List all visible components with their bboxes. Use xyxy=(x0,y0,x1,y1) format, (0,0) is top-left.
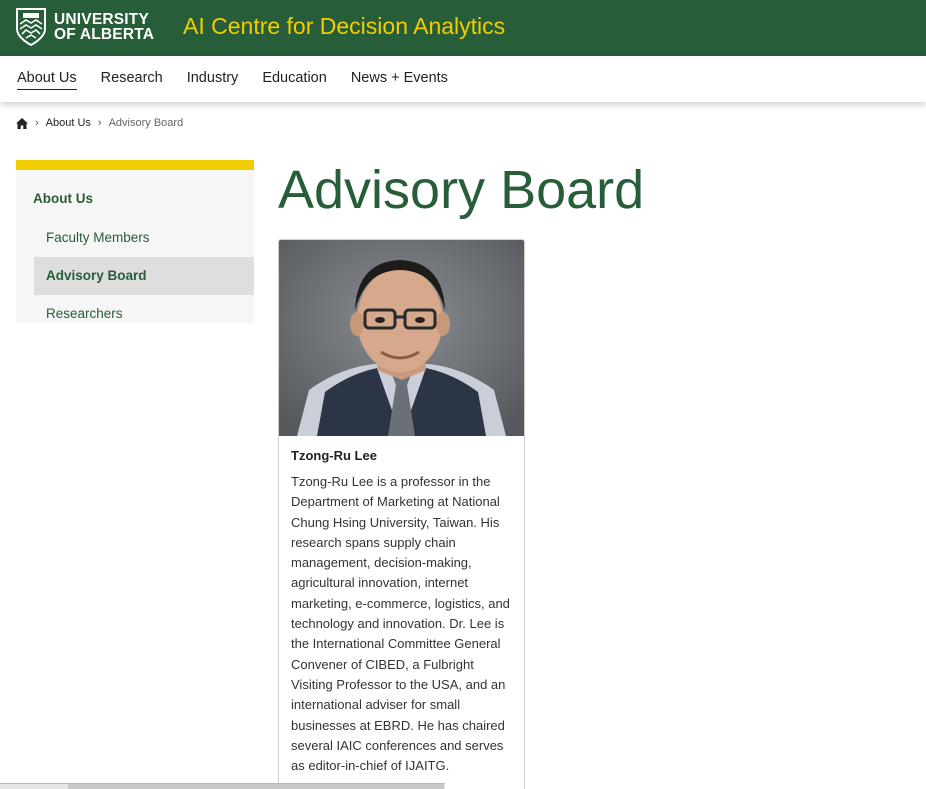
logo-wordmark: UNIVERSITY OF ALBERTA xyxy=(54,11,155,43)
shield-icon xyxy=(16,8,46,46)
site-title[interactable]: AI Centre for Decision Analytics xyxy=(183,11,505,41)
scrollbar-thumb[interactable] xyxy=(68,784,444,789)
member-name: Tzong-Ru Lee xyxy=(291,448,377,463)
university-logo[interactable]: UNIVERSITY OF ALBERTA xyxy=(16,7,154,47)
page-title: Advisory Board xyxy=(278,160,645,220)
sidebar-item-faculty-members[interactable]: Faculty Members xyxy=(34,219,254,257)
member-photo xyxy=(279,240,524,436)
breadcrumb-separator: › xyxy=(97,117,102,129)
card-body: Tzong-Ru Lee Tzong-Ru Lee is a professor… xyxy=(279,436,524,776)
nav-item-about-us[interactable]: About Us xyxy=(17,69,77,90)
breadcrumb-item-advisory-board: Advisory Board xyxy=(108,117,184,129)
nav-item-research[interactable]: Research xyxy=(101,69,163,90)
breadcrumb-item-about-us[interactable]: About Us xyxy=(46,117,91,129)
nav-item-news-events[interactable]: News + Events xyxy=(351,69,448,90)
home-icon[interactable] xyxy=(16,117,28,129)
board-member-card: Tzong-Ru Lee Tzong-Ru Lee is a professor… xyxy=(278,239,525,789)
header-bar: UNIVERSITY OF ALBERTA AI Centre for Deci… xyxy=(0,0,926,56)
nav-item-education[interactable]: Education xyxy=(262,69,327,90)
sidebar-item-researchers[interactable]: Researchers xyxy=(34,295,254,333)
breadcrumb: › About Us › Advisory Board xyxy=(16,117,183,129)
nav-item-industry[interactable]: Industry xyxy=(187,69,239,90)
sidebar: About Us Faculty Members Advisory Board … xyxy=(16,160,254,323)
logo-line-2: OF ALBERTA xyxy=(54,26,155,43)
sidebar-heading-about-us[interactable]: About Us xyxy=(33,191,93,206)
member-bio: Tzong-Ru Lee is a professor in the Depar… xyxy=(291,474,510,774)
breadcrumb-separator: › xyxy=(35,117,39,129)
main-nav: About Us Research Industry Education New… xyxy=(0,56,926,102)
logo-line-1: UNIVERSITY xyxy=(54,11,150,28)
horizontal-scrollbar[interactable] xyxy=(0,783,445,789)
sidebar-item-advisory-board[interactable]: Advisory Board xyxy=(34,257,254,295)
